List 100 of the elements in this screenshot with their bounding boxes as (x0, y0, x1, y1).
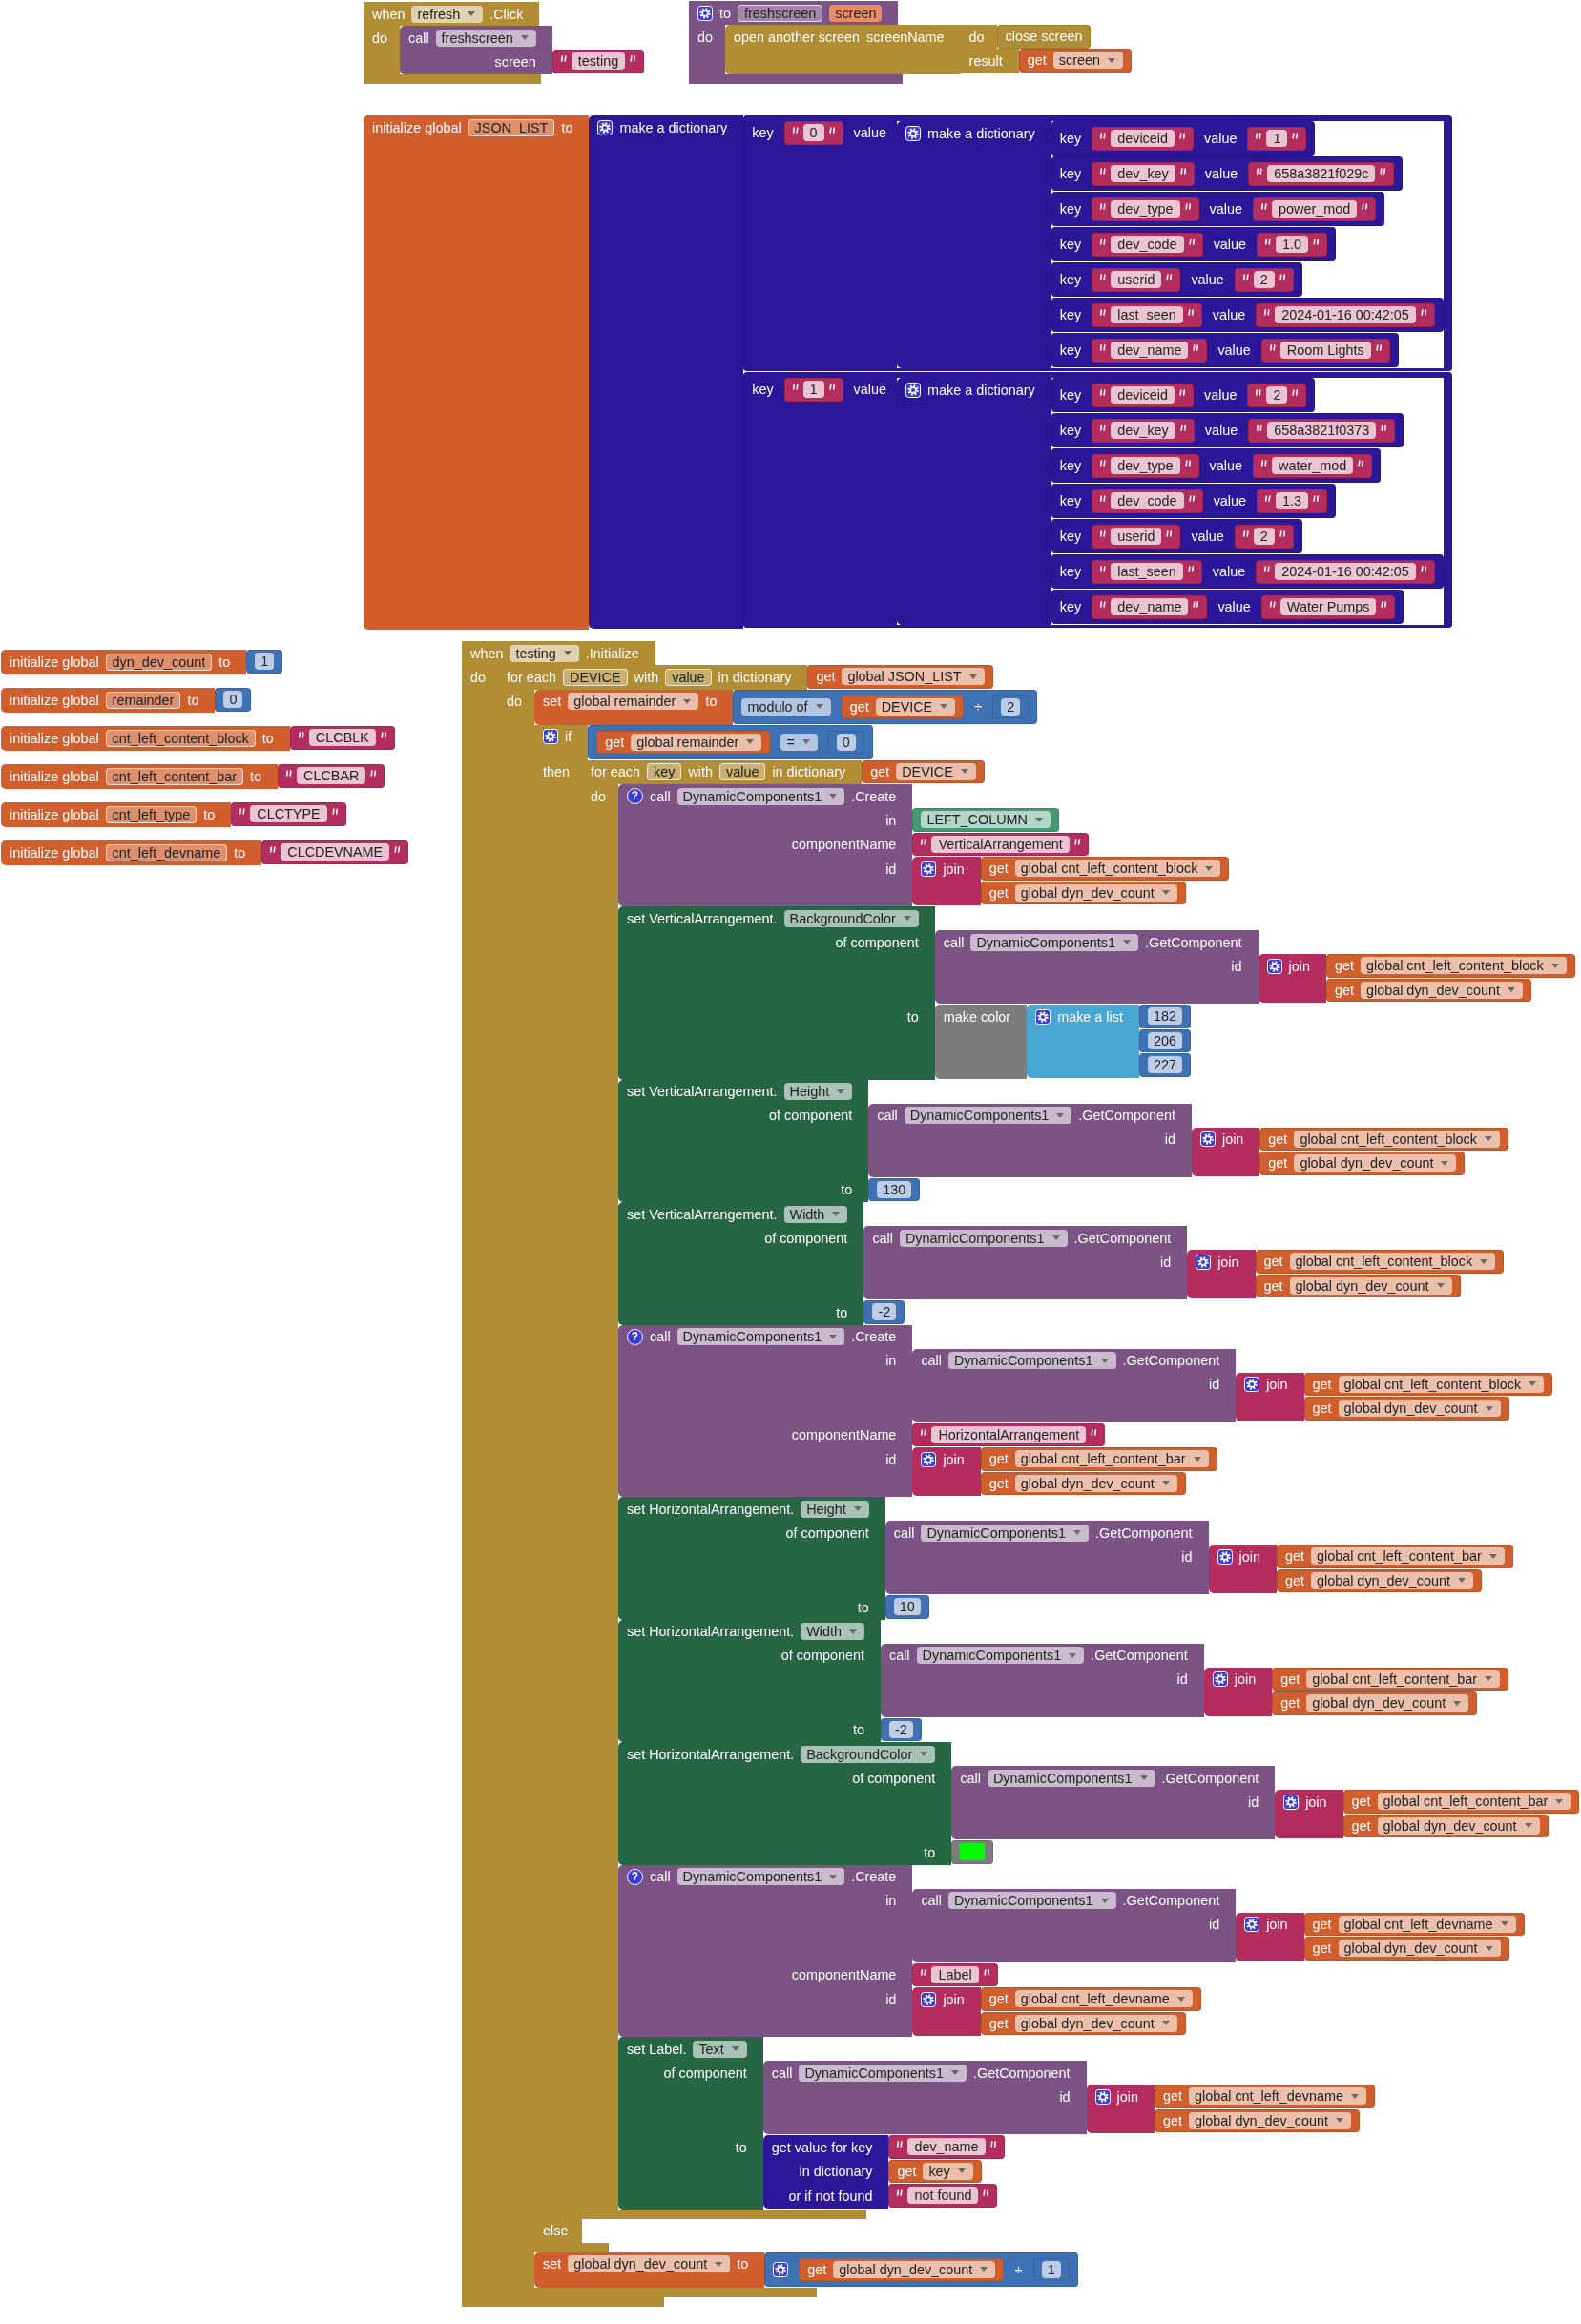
string-field[interactable]: dev_type (1111, 200, 1180, 218)
string-field[interactable]: power_mod (1272, 200, 1358, 218)
dictionary-block[interactable]: key dev_code value 1.3 (1051, 484, 1337, 518)
math-block[interactable]: get global dyn_dev_count + 1 (764, 2251, 1078, 2287)
variable-block[interactable]: get global dyn_dev_count (1303, 1397, 1509, 1421)
text-join-block[interactable]: join (912, 1987, 981, 2036)
variable-block[interactable]: get global cnt_left_content_block (1325, 954, 1575, 978)
text-block[interactable]: CLCTYPE (231, 802, 346, 826)
string-field[interactable]: CLCBLK (308, 729, 376, 747)
event-handler-block[interactable]: when refresh .Click do call freshscreen screen testing (364, 2, 645, 84)
number-block[interactable]: 1 (246, 650, 283, 674)
text-join-block[interactable]: join (1208, 1545, 1277, 1593)
variable-block[interactable]: set global dyn_dev_count to (534, 2251, 765, 2288)
number-field[interactable]: 1 (255, 653, 275, 671)
string-field[interactable]: userid (1111, 271, 1162, 289)
string-field[interactable]: HorizontalArrangement (931, 1425, 1087, 1443)
dropdown-field[interactable]: Height (801, 1500, 869, 1518)
variable-block[interactable]: get global dyn_dev_count (1272, 1691, 1478, 1715)
text-block[interactable]: deviceid (1092, 127, 1194, 151)
gear-icon[interactable] (1283, 1794, 1300, 1810)
variable-block[interactable]: get key (888, 2159, 982, 2183)
string-field[interactable]: testing (571, 52, 626, 71)
dropdown-field[interactable]: global dyn_dev_count (1014, 1474, 1177, 1492)
text-block[interactable]: dev_code (1092, 233, 1203, 257)
number-block[interactable]: -2 (880, 1717, 922, 1741)
dropdown-field[interactable]: DEVICE (875, 697, 956, 716)
dropdown-field[interactable]: global dyn_dev_count (1338, 1940, 1501, 1958)
string-field[interactable]: dev_name (1111, 598, 1189, 616)
variable-block[interactable]: get global remainder (596, 730, 771, 754)
dictionary-block[interactable]: key last_seen value 2024-01-16 00:42:05 (1051, 554, 1444, 589)
string-field[interactable]: deviceid (1111, 130, 1175, 148)
property-setter-block[interactable]: set VerticalArrangement. Height of component to (618, 1079, 869, 1202)
dropdown-field[interactable]: global dyn_dev_count (1338, 1400, 1501, 1418)
name-field[interactable]: cnt_left_content_bar (105, 767, 244, 785)
gear-icon[interactable] (921, 861, 937, 877)
dropdown-field[interactable]: global dyn_dev_count (1014, 2014, 1177, 2032)
variable-block[interactable]: initialize global cnt_left_content_block to (1, 726, 290, 751)
variable-block[interactable]: get global cnt_left_devname (1303, 1912, 1525, 1936)
dropdown-field[interactable]: = (780, 733, 818, 751)
string-field[interactable]: dev_key (1111, 165, 1175, 183)
name-field[interactable]: dyn_dev_count (105, 653, 213, 671)
variable-block[interactable]: get global cnt_left_content_bar (1272, 1667, 1508, 1691)
variable-block[interactable]: get global cnt_left_content_bar (1276, 1545, 1513, 1568)
component-method-block[interactable]: call DynamicComponents1 .GetComponent id (912, 1888, 1237, 1962)
number-field[interactable]: 10 (893, 1598, 921, 1616)
string-field[interactable]: last_seen (1111, 306, 1183, 324)
dropdown-field[interactable]: refresh (411, 5, 484, 23)
string-field[interactable]: CLCBAR (297, 767, 366, 785)
name-field[interactable]: DEVICE (563, 668, 628, 686)
variable-block[interactable]: initialize global cnt_left_type to (1, 802, 232, 827)
dropdown-field[interactable]: DynamicComponents1 (970, 933, 1138, 951)
text-block[interactable]: VerticalArrangement (912, 832, 1089, 856)
dropdown-field[interactable]: BackgroundColor (783, 909, 919, 927)
text-block[interactable]: dev_key (1092, 419, 1195, 443)
help-icon[interactable]: ? (627, 1328, 643, 1345)
help-icon[interactable]: ? (627, 788, 643, 804)
name-field[interactable]: cnt_left_type (105, 805, 198, 823)
dropdown-field[interactable]: freshscreen (435, 29, 536, 47)
text-block[interactable]: HorizontalArrangement (912, 1422, 1106, 1446)
string-field[interactable]: last_seen (1111, 563, 1183, 581)
component-method-block[interactable]: call DynamicComponents1 .GetComponent id (912, 1348, 1237, 1422)
number-block[interactable]: 227 (1138, 1053, 1191, 1077)
text-block[interactable]: last_seen (1092, 303, 1202, 327)
dictionary-block[interactable]: key dev_key value 658a3821f0373 (1051, 413, 1404, 447)
dropdown-field[interactable]: DynamicComponents1 (676, 1868, 845, 1885)
text-block[interactable]: 658a3821f0373 (1248, 419, 1396, 443)
dictionary-block[interactable]: key deviceid value 1 (1051, 121, 1316, 156)
number-field[interactable]: -2 (888, 1720, 913, 1738)
number-block[interactable]: 206 (1138, 1028, 1191, 1052)
dropdown-field[interactable]: global dyn_dev_count (1310, 1571, 1473, 1589)
string-field[interactable]: 1 (802, 381, 824, 399)
math-block[interactable]: modulo of get DEVICE ÷ 2 (733, 689, 1038, 724)
variable-block[interactable]: get global dyn_dev_count (1342, 1814, 1549, 1837)
number-block[interactable]: 1 (1032, 2257, 1070, 2281)
text-block[interactable]: dev_name (1092, 339, 1208, 363)
dropdown-field[interactable]: DynamicComponents1 (799, 2064, 967, 2082)
dictionary-block[interactable] (743, 115, 1452, 371)
string-field[interactable]: dev_name (907, 2138, 986, 2156)
text-block[interactable]: 1.3 (1257, 489, 1328, 513)
text-block[interactable]: 2 (1234, 525, 1294, 549)
dropdown-field[interactable]: global cnt_left_content_block (1360, 957, 1567, 975)
text-block[interactable]: 2 (1234, 268, 1294, 292)
variable-block[interactable]: set global remainder to (534, 689, 734, 725)
gear-icon[interactable] (1196, 1254, 1212, 1270)
string-field[interactable]: 1.3 (1276, 492, 1309, 510)
gear-icon[interactable] (921, 1451, 937, 1467)
text-block[interactable]: not found (888, 2184, 998, 2208)
variable-block[interactable]: initialize global cnt_left_devname to (1, 840, 262, 865)
dictionary-block[interactable]: key dev_type value power_mod (1051, 192, 1385, 226)
variable-block[interactable]: get global dyn_dev_count (1255, 1274, 1461, 1297)
number-field[interactable]: 206 (1147, 1031, 1182, 1049)
gear-icon[interactable] (1266, 958, 1282, 974)
text-join-block[interactable]: join (1191, 1127, 1260, 1176)
dropdown-field[interactable]: LEFT_COLUMN (921, 811, 1051, 829)
string-field[interactable]: Label (931, 1965, 979, 1983)
name-field[interactable]: value (665, 668, 712, 686)
property-setter-block[interactable]: set Label. Text of component to (618, 2037, 763, 2210)
dropdown-field[interactable]: global cnt_left_devname (1014, 1990, 1193, 2008)
string-field[interactable]: Water Pumps (1279, 598, 1377, 616)
dictionary-block[interactable]: key userid value 2 (1051, 519, 1302, 553)
